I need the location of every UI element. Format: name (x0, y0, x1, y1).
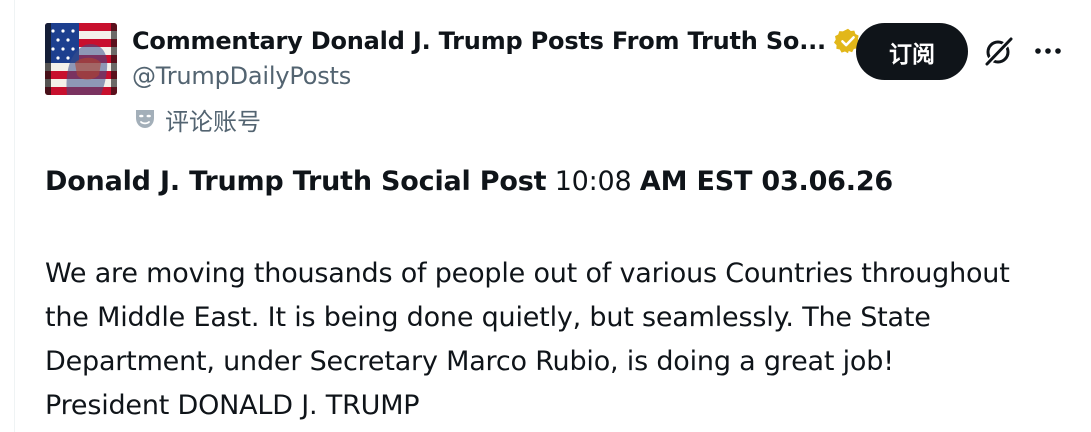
subscribe-button[interactable]: 订阅 (856, 23, 968, 80)
post-header-date: AM EST 03.06.26 (639, 166, 893, 197)
account-label: 评论账号 (165, 107, 261, 136)
column-border (14, 0, 15, 432)
theater-mask-icon (136, 110, 154, 128)
post-line: President DONALD J. TRUMP (45, 390, 420, 421)
avatar[interactable] (45, 23, 117, 95)
post-line: We are moving thousands of people out of… (45, 258, 1010, 289)
author-display-name[interactable]: Commentary Donald J. Trump Posts From Tr… (132, 27, 826, 55)
post-header-time: 10:08 (546, 166, 640, 197)
post-body: We are moving thousands of people out of… (45, 252, 1075, 428)
account-label-row: 评论账号 (133, 104, 261, 136)
flag-portrait-avatar-image (45, 23, 117, 95)
author-name-row: Commentary Donald J. Trump Posts From Tr… (132, 25, 862, 57)
post-header-title: Donald J. Trump Truth Social Post (45, 166, 547, 197)
grok-icon[interactable] (983, 35, 1015, 67)
post-header: Donald J. Trump Truth Social Post 10:08 … (45, 166, 893, 197)
post-line: Department, under Secretary Marco Rubio,… (45, 346, 894, 377)
author-handle[interactable]: @TrumpDailyPosts (132, 62, 351, 90)
more-options-icon[interactable] (1033, 36, 1063, 66)
post-line: the Middle East. It is being done quietl… (45, 302, 931, 333)
